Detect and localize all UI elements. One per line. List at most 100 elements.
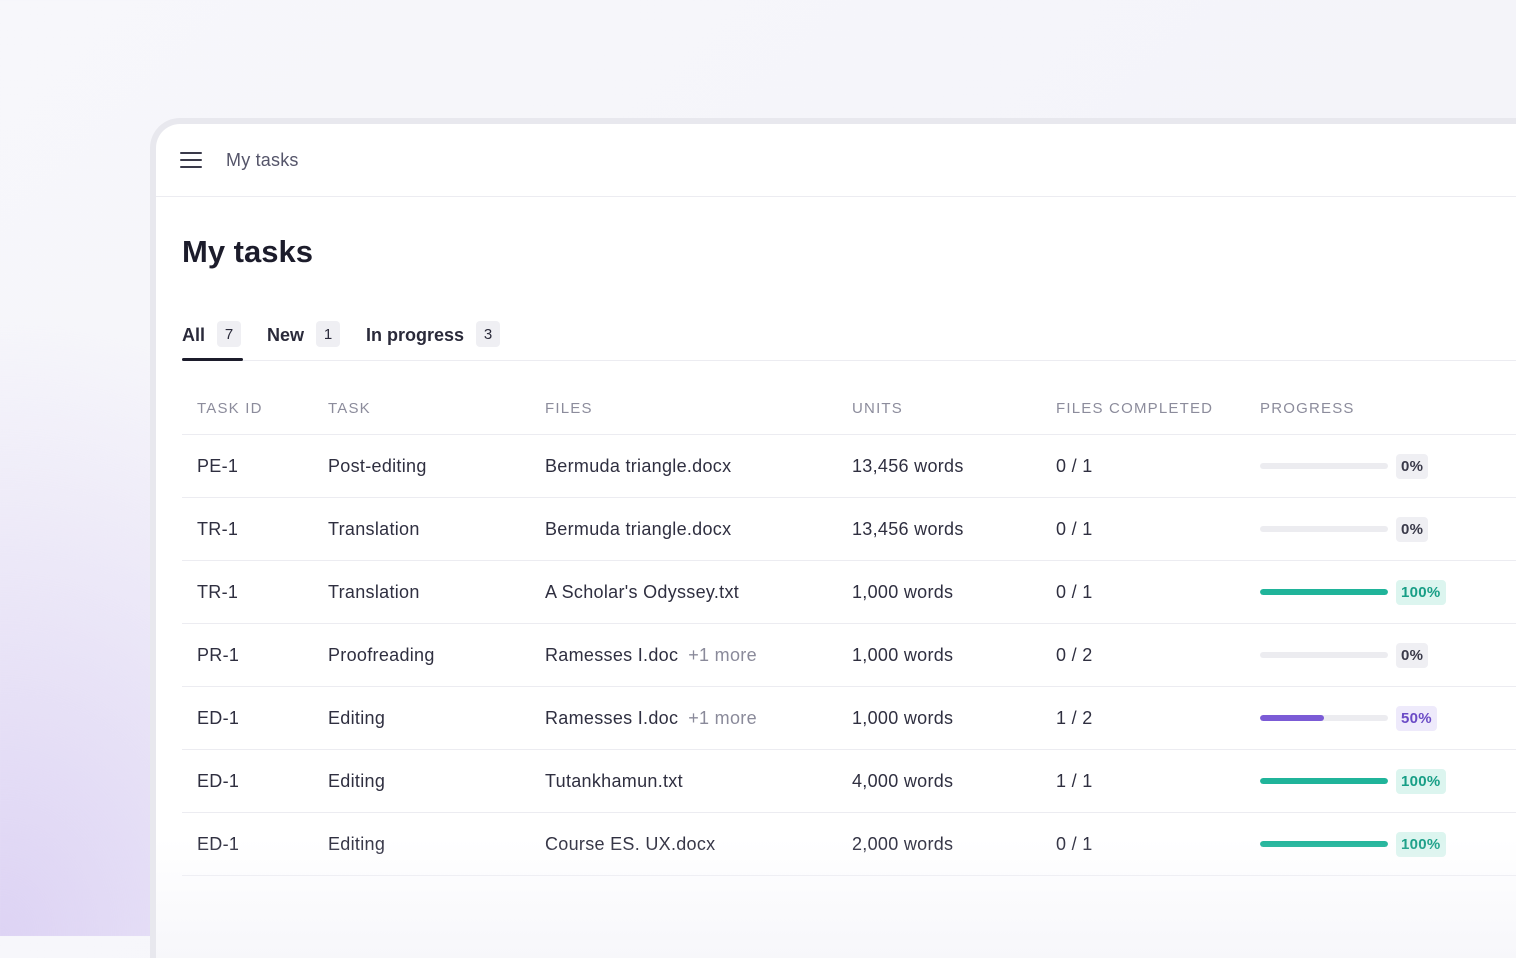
cell-files: Ramesses I.doc +1 more — [545, 645, 852, 666]
tab-new[interactable]: New 1 — [267, 316, 341, 360]
cell-progress: 0% — [1260, 516, 1516, 542]
cell-files-completed: 0 / 1 — [1056, 518, 1093, 539]
tab-bar: All 7 New 1 In progress 3 — [182, 316, 1516, 361]
more-files-link[interactable]: +1 more — [688, 645, 757, 665]
file-name[interactable]: Bermuda triangle.docx — [545, 456, 731, 476]
table-row[interactable]: ED-1 Editing Tutankhamun.txt 4,000 words… — [182, 750, 1516, 813]
cell-progress: 100% — [1260, 831, 1516, 857]
cell-task-id: PR-1 — [197, 644, 240, 665]
tab-label: All — [182, 325, 206, 345]
cell-units: 1,000 words — [852, 581, 954, 602]
cell-task-id: TR-1 — [197, 581, 239, 602]
table-row[interactable]: ED-1 Editing Ramesses I.doc +1 more 1,000… — [182, 687, 1516, 750]
top-bar: My tasks — [156, 124, 1516, 197]
header-files-completed[interactable]: FILES COMPLETED — [1056, 400, 1260, 417]
cell-task: Translation — [328, 581, 420, 602]
app-window: My tasks My tasks All 7 New 1 In progres… — [156, 124, 1516, 958]
cell-files: Tutankhamun.txt — [545, 771, 852, 792]
cell-task: Editing — [328, 833, 386, 854]
progress-bar — [1260, 526, 1388, 532]
progress-bar-fill — [1260, 589, 1388, 595]
header-files[interactable]: FILES — [545, 400, 852, 417]
table-row[interactable]: PR-1 Proofreading Ramesses I.doc +1 more … — [182, 624, 1516, 687]
tab-label: New — [267, 325, 305, 345]
file-name[interactable]: Course ES. UX.docx — [545, 834, 715, 854]
progress-bar — [1260, 841, 1388, 847]
table-row[interactable]: TR-1 Translation Bermuda triangle.docx 1… — [182, 498, 1516, 561]
progress-bar-fill — [1260, 715, 1324, 721]
cell-task-id: TR-1 — [197, 518, 239, 539]
cell-files: Course ES. UX.docx — [545, 834, 852, 855]
cell-units: 2,000 words — [852, 833, 954, 854]
cell-files-completed: 0 / 2 — [1056, 644, 1093, 665]
tab-label: In progress — [366, 325, 465, 345]
cell-files: Bermuda triangle.docx — [545, 519, 852, 540]
table-row[interactable]: PE-1 Post-editing Bermuda triangle.docx … — [182, 435, 1516, 498]
file-name[interactable]: Ramesses I.doc — [545, 645, 678, 665]
table-header: TASK ID TASK FILES UNITS FILES COMPLETED… — [182, 382, 1516, 435]
cell-task: Post-editing — [328, 455, 427, 476]
tab-count-badge: 1 — [316, 321, 341, 347]
header-progress[interactable]: PROGRESS — [1260, 400, 1516, 417]
progress-badge: 100% — [1396, 831, 1446, 857]
cell-progress: 50% — [1260, 705, 1516, 731]
progress-badge: 50% — [1396, 705, 1437, 731]
file-name[interactable]: A Scholar's Odyssey.txt — [545, 582, 739, 602]
cell-files-completed: 0 / 1 — [1056, 455, 1093, 476]
cell-units: 13,456 words — [852, 455, 964, 476]
hamburger-menu-icon[interactable] — [180, 152, 202, 168]
tab-all[interactable]: All 7 — [182, 316, 244, 361]
page-title: My tasks — [182, 234, 313, 269]
tab-count-badge: 3 — [476, 321, 501, 347]
cell-files: A Scholar's Odyssey.txt — [545, 582, 852, 603]
cell-progress: 100% — [1260, 768, 1516, 794]
cell-task-id: ED-1 — [197, 770, 240, 791]
cell-units: 4,000 words — [852, 770, 954, 791]
tab-in-progress[interactable]: In progress 3 — [366, 316, 501, 360]
cell-task: Translation — [328, 518, 420, 539]
cell-files-completed: 0 / 1 — [1056, 833, 1093, 854]
cell-units: 1,000 words — [852, 707, 954, 728]
cell-task-id: ED-1 — [197, 833, 240, 854]
cell-units: 13,456 words — [852, 518, 964, 539]
file-name[interactable]: Tutankhamun.txt — [545, 771, 683, 791]
cell-progress: 0% — [1260, 453, 1516, 479]
cell-task: Proofreading — [328, 644, 435, 665]
table-row[interactable]: TR-1 Translation A Scholar's Odyssey.txt… — [182, 561, 1516, 624]
table-body: PE-1 Post-editing Bermuda triangle.docx … — [182, 435, 1516, 876]
cell-files-completed: 0 / 1 — [1056, 581, 1093, 602]
more-files-link[interactable]: +1 more — [688, 708, 757, 728]
progress-bar — [1260, 652, 1388, 658]
progress-bar — [1260, 715, 1388, 721]
progress-bar-fill — [1260, 778, 1388, 784]
table-row[interactable]: ED-1 Editing Course ES. UX.docx 2,000 wo… — [182, 813, 1516, 876]
tab-count-badge: 7 — [217, 321, 242, 347]
header-task-id[interactable]: TASK ID — [182, 400, 328, 417]
cell-progress: 0% — [1260, 642, 1516, 668]
cell-task: Editing — [328, 770, 386, 791]
cell-files: Ramesses I.doc +1 more — [545, 708, 852, 729]
cell-task-id: ED-1 — [197, 707, 240, 728]
topbar-title: My tasks — [226, 149, 299, 170]
cell-units: 1,000 words — [852, 644, 954, 665]
progress-badge: 100% — [1396, 768, 1446, 794]
progress-bar — [1260, 589, 1388, 595]
header-units[interactable]: UNITS — [852, 400, 1056, 417]
file-name[interactable]: Bermuda triangle.docx — [545, 519, 731, 539]
cell-task: Editing — [328, 707, 386, 728]
progress-bar — [1260, 463, 1388, 469]
tasks-table: TASK ID TASK FILES UNITS FILES COMPLETED… — [182, 382, 1516, 876]
file-name[interactable]: Ramesses I.doc — [545, 708, 678, 728]
progress-badge: 0% — [1396, 453, 1429, 479]
cell-files: Bermuda triangle.docx — [545, 456, 852, 477]
progress-bar-fill — [1260, 841, 1388, 847]
progress-badge: 0% — [1396, 516, 1429, 542]
cell-task-id: PE-1 — [197, 455, 239, 476]
app-window-frame: My tasks My tasks All 7 New 1 In progres… — [150, 118, 1516, 958]
cell-progress: 100% — [1260, 579, 1516, 605]
cell-files-completed: 1 / 1 — [1056, 770, 1093, 791]
header-task[interactable]: TASK — [328, 400, 545, 417]
progress-bar — [1260, 778, 1388, 784]
cell-files-completed: 1 / 2 — [1056, 707, 1093, 728]
progress-badge: 0% — [1396, 642, 1429, 668]
